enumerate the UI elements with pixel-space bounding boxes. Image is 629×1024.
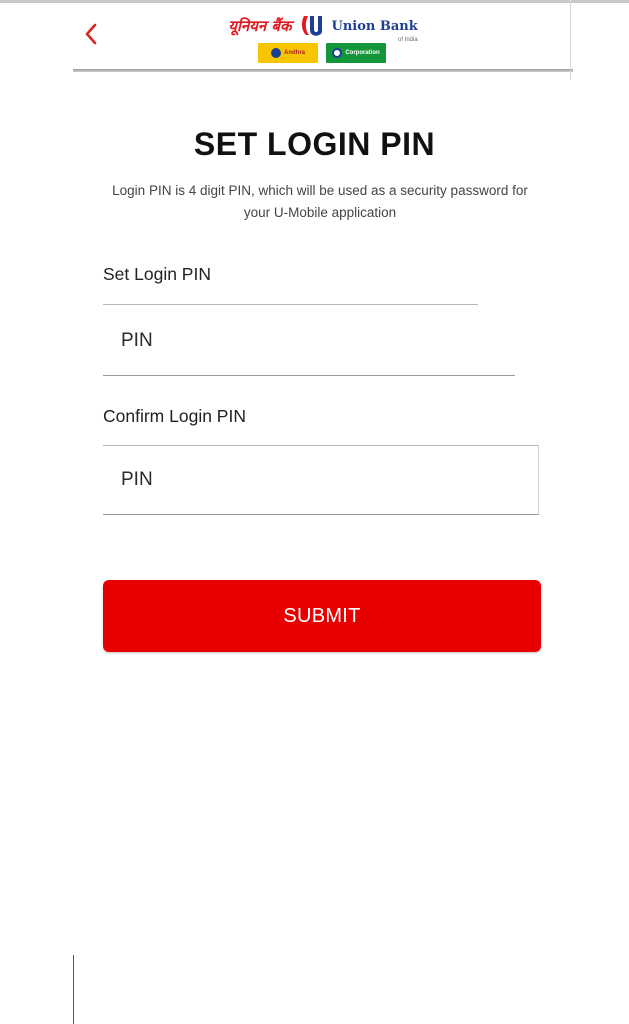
chevron-left-icon: [85, 23, 97, 45]
left-edge: [73, 955, 74, 1024]
back-button[interactable]: [78, 19, 104, 49]
brand-name-hindi: यूनियन बैंक: [228, 17, 292, 35]
partner-logo-andhra: Andhra: [258, 43, 318, 63]
bank-logo: यूनियन बैंक Union Bank: [228, 11, 418, 41]
submit-button[interactable]: SUBMIT: [103, 580, 541, 652]
set-pin-label: Set Login PIN: [103, 264, 211, 284]
right-edge: [570, 0, 571, 80]
partner-logos: Andhra Corporation: [258, 43, 388, 65]
partner-name: Andhra: [284, 50, 305, 56]
partner-logo-corporation: Corporation: [326, 43, 386, 63]
page-title: SET LOGIN PIN: [193, 126, 436, 162]
header-divider: [73, 69, 573, 72]
set-pin-input[interactable]: [121, 329, 478, 352]
confirm-pin-input[interactable]: [121, 469, 538, 491]
union-bank-logo-icon: [298, 13, 326, 39]
brand-subtitle: of India: [398, 37, 418, 43]
confirm-pin-field: [103, 445, 539, 515]
partner-name: Corporation: [345, 50, 380, 56]
set-pin-underline: [103, 375, 515, 376]
corporation-logo-icon: [332, 48, 343, 58]
app-header: यूनियन बैंक Union Bank of India Andhra C…: [0, 3, 629, 73]
app-screen: यूनियन बैंक Union Bank of India Andhra C…: [0, 0, 629, 1024]
confirm-pin-label: Confirm Login PIN: [103, 406, 246, 426]
andhra-logo-icon: [271, 48, 281, 58]
page-description: Login PIN is 4 digit PIN, which will be …: [112, 183, 528, 220]
brand-name-english: Union Bank: [331, 18, 418, 34]
set-pin-field: [103, 304, 478, 376]
